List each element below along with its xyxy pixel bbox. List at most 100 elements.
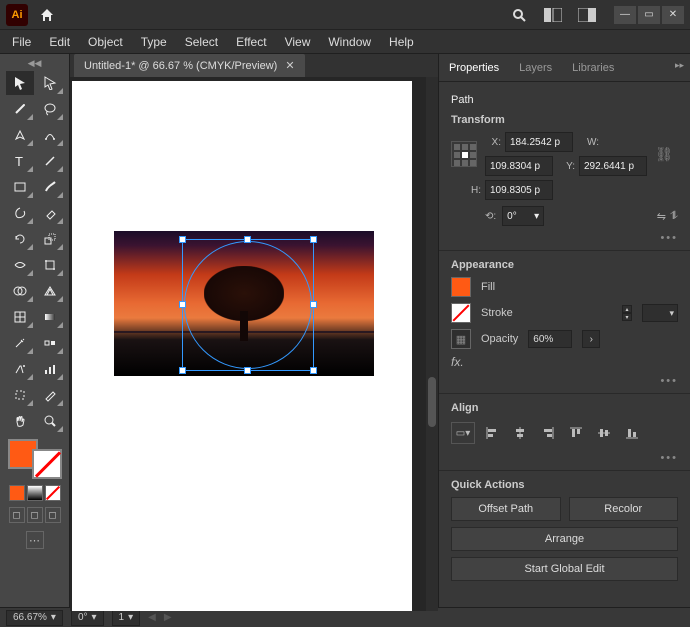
menu-select[interactable]: Select [179,33,224,51]
selection-tool[interactable] [6,71,34,95]
artboard-nav-dropdown[interactable]: 1▾ [112,610,141,626]
gradient-tool[interactable] [36,305,64,329]
menu-object[interactable]: Object [82,33,129,51]
vertical-scrollbar[interactable] [426,77,438,611]
none-mode-icon[interactable] [45,485,61,501]
slice-tool[interactable] [36,383,64,407]
pen-tool[interactable] [6,123,34,147]
width-tool[interactable] [6,253,34,277]
home-icon[interactable] [36,4,58,26]
eyedropper-tool[interactable] [6,331,34,355]
paintbrush-tool[interactable] [36,175,64,199]
align-right-icon[interactable] [537,422,559,444]
color-mode-icon[interactable] [9,485,25,501]
align-vcenter-icon[interactable] [593,422,615,444]
document-setup-icon[interactable] [574,2,600,28]
eraser-tool[interactable] [36,201,64,225]
resize-handle[interactable] [310,236,317,243]
tab-libraries[interactable]: Libraries [562,56,624,80]
search-icon[interactable] [506,2,532,28]
zoom-dropdown[interactable]: 66.67%▾ [6,610,63,626]
resize-handle[interactable] [244,236,251,243]
resize-handle[interactable] [244,367,251,374]
stroke-weight-down[interactable]: ▾ [622,313,632,321]
symbol-sprayer-tool[interactable] [6,357,34,381]
stroke-profile-dropdown[interactable]: ▾ [642,304,678,322]
constrain-proportions-icon[interactable]: ⛓ [655,146,673,163]
toolbar-collapse-icon[interactable]: ◀◀ [28,58,42,69]
panel-menu-icon[interactable]: ▸▸ [675,60,684,71]
y-input[interactable]: 292.6441 p [579,156,647,176]
resize-handle[interactable] [310,301,317,308]
menu-file[interactable]: File [6,33,37,51]
opacity-more-icon[interactable]: › [582,330,600,348]
h-input[interactable]: 109.8305 p [485,180,553,200]
canvas[interactable] [70,77,438,611]
align-more-icon[interactable]: ••• [451,452,678,464]
recolor-button[interactable]: Recolor [569,497,679,521]
resize-handle[interactable] [179,367,186,374]
column-graph-tool[interactable] [36,357,64,381]
stroke-swatch[interactable] [32,449,62,479]
mesh-tool[interactable] [6,305,34,329]
reference-point-widget[interactable] [451,141,477,167]
menu-view[interactable]: View [279,33,317,51]
x-input[interactable]: 184.2542 p [505,132,573,152]
hand-tool[interactable] [6,409,34,433]
tab-layers[interactable]: Layers [509,56,562,80]
gradient-mode-icon[interactable] [27,485,43,501]
rotation-dropdown[interactable]: 0°▾ [71,610,104,626]
close-window-button[interactable]: ✕ [662,6,684,24]
draw-behind-icon[interactable]: ◻ [27,507,43,523]
artboard-next-icon[interactable]: ▶ [164,612,172,623]
zoom-tool[interactable] [36,409,64,433]
menu-window[interactable]: Window [322,33,377,51]
lasso-tool[interactable] [36,97,64,121]
align-left-icon[interactable] [481,422,503,444]
fx-button[interactable]: fx. [451,355,678,369]
draw-inside-icon[interactable]: ◻ [45,507,61,523]
curvature-tool[interactable] [36,123,64,147]
flip-horizontal-icon[interactable]: ⇋ [657,210,666,223]
workspace-switch-icon[interactable] [540,2,566,28]
rotate-input[interactable]: 0°▾ [502,206,544,226]
scrollbar-thumb[interactable] [428,377,436,427]
perspective-grid-tool[interactable] [36,279,64,303]
align-hcenter-icon[interactable] [509,422,531,444]
maximize-button[interactable]: ▭ [638,6,660,24]
type-tool[interactable]: T [6,149,34,173]
offset-path-button[interactable]: Offset Path [451,497,561,521]
document-tab[interactable]: Untitled-1* @ 66.67 % (CMYK/Preview) ✕ [74,54,305,77]
stroke-weight-up[interactable]: ▴ [622,305,632,313]
direct-selection-tool[interactable] [36,71,64,95]
menu-type[interactable]: Type [135,33,173,51]
arrange-button[interactable]: Arrange [451,527,678,551]
menu-help[interactable]: Help [383,33,420,51]
stroke-color-swatch[interactable] [451,303,471,323]
artboard[interactable] [72,81,412,611]
magic-wand-tool[interactable] [6,97,34,121]
line-segment-tool[interactable] [36,149,64,173]
minimize-button[interactable]: — [614,6,636,24]
opacity-input[interactable]: 60% [528,330,572,348]
flip-vertical-icon[interactable]: ⥮ [670,210,678,223]
menu-effect[interactable]: Effect [230,33,272,51]
resize-handle[interactable] [179,236,186,243]
draw-normal-icon[interactable]: ◻ [9,507,25,523]
selection-bounding-box[interactable] [182,239,314,371]
artboard-prev-icon[interactable]: ◀ [148,612,156,623]
shaper-tool[interactable] [6,201,34,225]
align-to-dropdown[interactable]: ▭▾ [451,422,475,444]
resize-handle[interactable] [179,301,186,308]
more-options-icon[interactable]: ••• [451,232,678,244]
rotate-tool[interactable] [6,227,34,251]
align-bottom-icon[interactable] [621,422,643,444]
appearance-more-icon[interactable]: ••• [451,375,678,387]
fill-stroke-swatches[interactable] [8,439,62,479]
menu-edit[interactable]: Edit [43,33,76,51]
artboard-tool[interactable] [6,383,34,407]
blend-tool[interactable] [36,331,64,355]
tab-properties[interactable]: Properties [439,56,509,80]
start-global-edit-button[interactable]: Start Global Edit [451,557,678,581]
resize-handle[interactable] [310,367,317,374]
